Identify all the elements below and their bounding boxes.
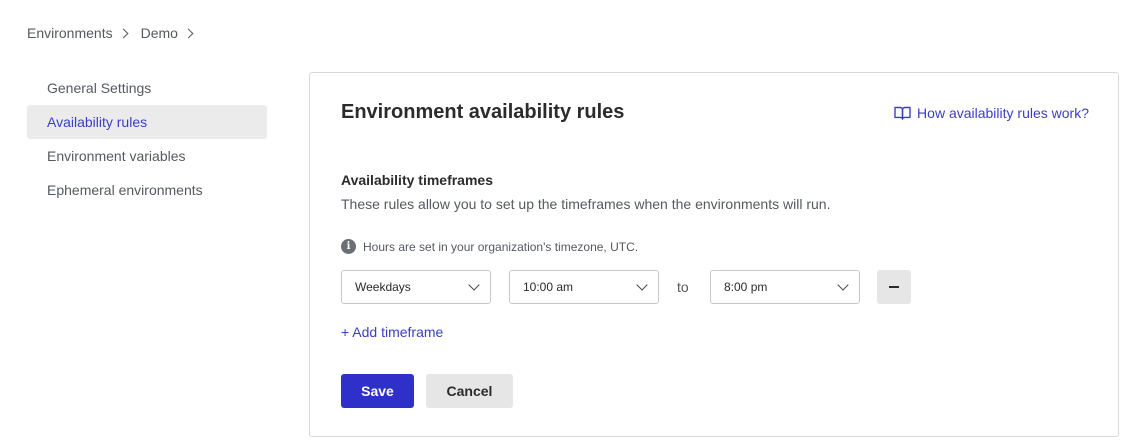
section-description: These rules allow you to set up the time… — [341, 196, 831, 212]
save-button[interactable]: Save — [341, 374, 414, 408]
info-icon: i — [341, 239, 356, 254]
settings-sidebar: General Settings Availability rules Envi… — [27, 71, 267, 207]
start-time-select[interactable]: 10:00 am — [509, 270, 659, 304]
add-timeframe-link[interactable]: + Add timeframe — [341, 324, 443, 340]
days-select-value: Weekdays — [355, 280, 411, 294]
start-time-value: 10:00 am — [523, 280, 574, 294]
book-icon — [894, 106, 911, 120]
chevron-right-icon — [118, 28, 129, 38]
sidebar-item-general-settings[interactable]: General Settings — [27, 71, 267, 105]
cancel-button[interactable]: Cancel — [426, 374, 513, 408]
chevron-down-icon — [837, 279, 849, 291]
sidebar-item-environment-variables[interactable]: Environment variables — [27, 139, 267, 173]
section-title: Availability timeframes — [341, 172, 493, 188]
minus-icon — [889, 286, 899, 288]
availability-rules-card: Environment availability rules How avail… — [309, 72, 1119, 437]
sidebar-item-availability-rules[interactable]: Availability rules — [27, 105, 267, 139]
sidebar-item-ephemeral-environments[interactable]: Ephemeral environments — [27, 173, 267, 207]
to-label: to — [677, 279, 689, 295]
timezone-note-text: Hours are set in your organization's tim… — [363, 239, 639, 254]
chevron-down-icon — [468, 279, 480, 291]
chevron-down-icon — [636, 279, 648, 291]
remove-timeframe-button[interactable] — [877, 270, 911, 304]
page: Environments Demo General Settings Avail… — [0, 0, 1128, 445]
end-time-value: 8:00 pm — [724, 280, 768, 294]
chevron-right-icon — [183, 28, 194, 38]
help-link[interactable]: How availability rules work? — [894, 105, 1089, 121]
breadcrumb-environments[interactable]: Environments — [27, 25, 113, 41]
breadcrumb: Environments Demo — [27, 25, 206, 41]
breadcrumb-demo[interactable]: Demo — [141, 25, 178, 41]
help-link-label: How availability rules work? — [917, 105, 1089, 121]
days-select[interactable]: Weekdays — [341, 270, 491, 304]
timezone-note: i Hours are set in your organization's t… — [341, 239, 638, 254]
page-title: Environment availability rules — [341, 101, 625, 123]
end-time-select[interactable]: 8:00 pm — [710, 270, 860, 304]
